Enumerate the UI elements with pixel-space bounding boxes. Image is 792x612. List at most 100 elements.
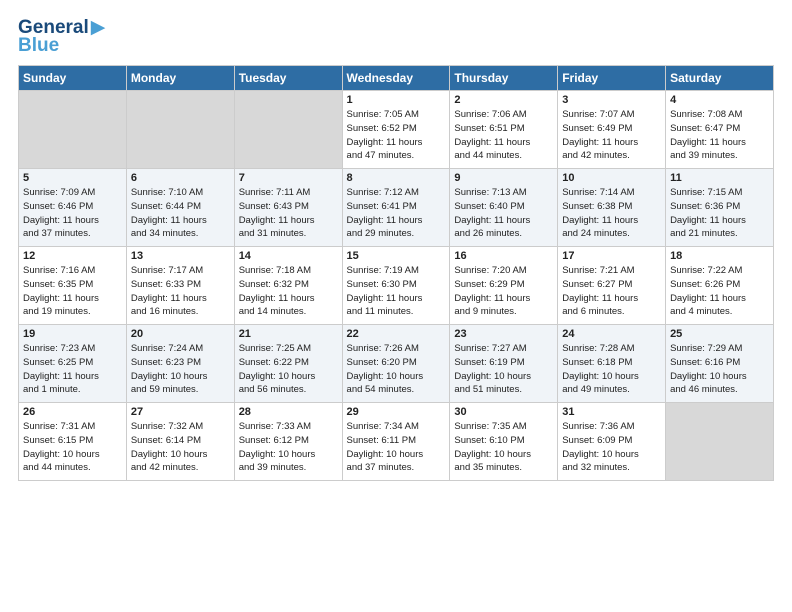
day-number: 6	[131, 172, 230, 184]
day-number: 22	[347, 328, 446, 340]
day-info: Sunrise: 7:36 AM Sunset: 6:09 PM Dayligh…	[562, 420, 661, 475]
day-info: Sunrise: 7:26 AM Sunset: 6:20 PM Dayligh…	[347, 342, 446, 397]
day-cell: 28Sunrise: 7:33 AM Sunset: 6:12 PM Dayli…	[234, 403, 342, 481]
week-row-1: 1 Sunrise: 7:05 AM Sunset: 6:52 PM Daylig…	[19, 91, 774, 169]
day-cell	[126, 91, 234, 169]
day-info: Sunrise: 7:24 AM Sunset: 6:23 PM Dayligh…	[131, 342, 230, 397]
day-cell: 16 Sunrise: 7:20 AM Sunset: 6:29 PM Dayli…	[450, 247, 558, 325]
day-info: Sunrise: 7:05 AM Sunset: 6:52 PM Dayligh…	[347, 108, 446, 163]
day-info: Sunrise: 7:10 AM Sunset: 6:44 PM Dayligh…	[131, 186, 230, 241]
calendar-table: Sunday Monday Tuesday Wednesday Thursday…	[18, 65, 774, 481]
day-cell: 5 Sunrise: 7:09 AM Sunset: 6:46 PM Daylig…	[19, 169, 127, 247]
day-number: 11	[670, 172, 769, 184]
header: General ▶ Blue	[18, 16, 774, 57]
day-cell: 31 Sunrise: 7:36 AM Sunset: 6:09 PM Dayli…	[558, 403, 666, 481]
header-row: Sunday Monday Tuesday Wednesday Thursday…	[19, 66, 774, 91]
day-number: 7	[239, 172, 338, 184]
day-info: Sunrise: 7:32 AM Sunset: 6:14 PM Dayligh…	[131, 420, 230, 475]
day-number: 14	[239, 250, 338, 262]
day-cell	[666, 403, 774, 481]
day-info: Sunrise: 7:25 AM Sunset: 6:22 PM Dayligh…	[239, 342, 338, 397]
col-monday: Monday	[126, 66, 234, 91]
day-number: 31	[562, 406, 661, 418]
day-number: 23	[454, 328, 553, 340]
day-cell: 7 Sunrise: 7:11 AM Sunset: 6:43 PM Daylig…	[234, 169, 342, 247]
day-cell: 23 Sunrise: 7:27 AM Sunset: 6:19 PM Dayli…	[450, 325, 558, 403]
day-cell: 11 Sunrise: 7:15 AM Sunset: 6:36 PM Dayli…	[666, 169, 774, 247]
day-info: Sunrise: 7:28 AM Sunset: 6:18 PM Dayligh…	[562, 342, 661, 397]
day-cell: 2 Sunrise: 7:06 AM Sunset: 6:51 PM Daylig…	[450, 91, 558, 169]
day-info: Sunrise: 7:13 AM Sunset: 6:40 PM Dayligh…	[454, 186, 553, 241]
day-number: 8	[347, 172, 446, 184]
week-row-3: 12 Sunrise: 7:16 AM Sunset: 6:35 PM Dayli…	[19, 247, 774, 325]
day-number: 9	[454, 172, 553, 184]
col-friday: Friday	[558, 66, 666, 91]
day-number: 19	[23, 328, 122, 340]
day-cell: 13Sunrise: 7:17 AM Sunset: 6:33 PM Dayli…	[126, 247, 234, 325]
day-info: Sunrise: 7:16 AM Sunset: 6:35 PM Dayligh…	[23, 264, 122, 319]
day-info: Sunrise: 7:18 AM Sunset: 6:32 PM Dayligh…	[239, 264, 338, 319]
col-saturday: Saturday	[666, 66, 774, 91]
day-cell: 20 Sunrise: 7:24 AM Sunset: 6:23 PM Dayli…	[126, 325, 234, 403]
day-number: 26	[23, 406, 122, 418]
day-cell: 10 Sunrise: 7:14 AM Sunset: 6:38 PM Dayli…	[558, 169, 666, 247]
day-cell: 9 Sunrise: 7:13 AM Sunset: 6:40 PM Daylig…	[450, 169, 558, 247]
day-number: 30	[454, 406, 553, 418]
day-info: Sunrise: 7:20 AM Sunset: 6:29 PM Dayligh…	[454, 264, 553, 319]
day-cell: 30 Sunrise: 7:35 AM Sunset: 6:10 PM Dayli…	[450, 403, 558, 481]
day-number: 12	[23, 250, 122, 262]
day-cell: 21 Sunrise: 7:25 AM Sunset: 6:22 PM Dayli…	[234, 325, 342, 403]
day-number: 5	[23, 172, 122, 184]
day-cell: 4Sunrise: 7:08 AM Sunset: 6:47 PM Daylig…	[666, 91, 774, 169]
day-number: 28	[239, 406, 338, 418]
day-cell: 15 Sunrise: 7:19 AM Sunset: 6:30 PM Dayli…	[342, 247, 450, 325]
day-cell: 26 Sunrise: 7:31 AM Sunset: 6:15 PM Dayli…	[19, 403, 127, 481]
day-number: 13	[131, 250, 230, 262]
day-cell: 1 Sunrise: 7:05 AM Sunset: 6:52 PM Daylig…	[342, 91, 450, 169]
day-cell	[234, 91, 342, 169]
day-cell: 17Sunrise: 7:21 AM Sunset: 6:27 PM Dayli…	[558, 247, 666, 325]
day-number: 1	[347, 94, 446, 106]
day-number: 27	[131, 406, 230, 418]
day-info: Sunrise: 7:23 AM Sunset: 6:25 PM Dayligh…	[23, 342, 122, 397]
logo: General ▶ Blue	[18, 16, 105, 57]
day-number: 24	[562, 328, 661, 340]
day-number: 16	[454, 250, 553, 262]
day-cell	[19, 91, 127, 169]
day-info: Sunrise: 7:12 AM Sunset: 6:41 PM Dayligh…	[347, 186, 446, 241]
day-cell: 18Sunrise: 7:22 AM Sunset: 6:26 PM Dayli…	[666, 247, 774, 325]
week-row-5: 26 Sunrise: 7:31 AM Sunset: 6:15 PM Dayli…	[19, 403, 774, 481]
day-cell: 24 Sunrise: 7:28 AM Sunset: 6:18 PM Dayli…	[558, 325, 666, 403]
day-number: 29	[347, 406, 446, 418]
day-info: Sunrise: 7:34 AM Sunset: 6:11 PM Dayligh…	[347, 420, 446, 475]
day-number: 18	[670, 250, 769, 262]
day-info: Sunrise: 7:35 AM Sunset: 6:10 PM Dayligh…	[454, 420, 553, 475]
day-info: Sunrise: 7:19 AM Sunset: 6:30 PM Dayligh…	[347, 264, 446, 319]
day-info: Sunrise: 7:06 AM Sunset: 6:51 PM Dayligh…	[454, 108, 553, 163]
day-info: Sunrise: 7:11 AM Sunset: 6:43 PM Dayligh…	[239, 186, 338, 241]
day-info: Sunrise: 7:15 AM Sunset: 6:36 PM Dayligh…	[670, 186, 769, 241]
day-info: Sunrise: 7:14 AM Sunset: 6:38 PM Dayligh…	[562, 186, 661, 241]
day-number: 17	[562, 250, 661, 262]
day-cell: 29 Sunrise: 7:34 AM Sunset: 6:11 PM Dayli…	[342, 403, 450, 481]
day-info: Sunrise: 7:31 AM Sunset: 6:15 PM Dayligh…	[23, 420, 122, 475]
day-number: 25	[670, 328, 769, 340]
col-sunday: Sunday	[19, 66, 127, 91]
day-number: 21	[239, 328, 338, 340]
day-cell: 22 Sunrise: 7:26 AM Sunset: 6:20 PM Dayli…	[342, 325, 450, 403]
day-cell: 14 Sunrise: 7:18 AM Sunset: 6:32 PM Dayli…	[234, 247, 342, 325]
week-row-2: 5 Sunrise: 7:09 AM Sunset: 6:46 PM Daylig…	[19, 169, 774, 247]
day-number: 15	[347, 250, 446, 262]
day-info: Sunrise: 7:07 AM Sunset: 6:49 PM Dayligh…	[562, 108, 661, 163]
calendar-container: General ▶ Blue Sunday Monday Tuesday Wed…	[0, 0, 792, 612]
day-number: 20	[131, 328, 230, 340]
week-row-4: 19 Sunrise: 7:23 AM Sunset: 6:25 PM Dayli…	[19, 325, 774, 403]
col-thursday: Thursday	[450, 66, 558, 91]
day-info: Sunrise: 7:09 AM Sunset: 6:46 PM Dayligh…	[23, 186, 122, 241]
day-number: 2	[454, 94, 553, 106]
day-cell: 27 Sunrise: 7:32 AM Sunset: 6:14 PM Dayli…	[126, 403, 234, 481]
day-info: Sunrise: 7:27 AM Sunset: 6:19 PM Dayligh…	[454, 342, 553, 397]
day-number: 10	[562, 172, 661, 184]
logo-bird-icon: ▶	[91, 16, 106, 39]
day-info: Sunrise: 7:29 AM Sunset: 6:16 PM Dayligh…	[670, 342, 769, 397]
